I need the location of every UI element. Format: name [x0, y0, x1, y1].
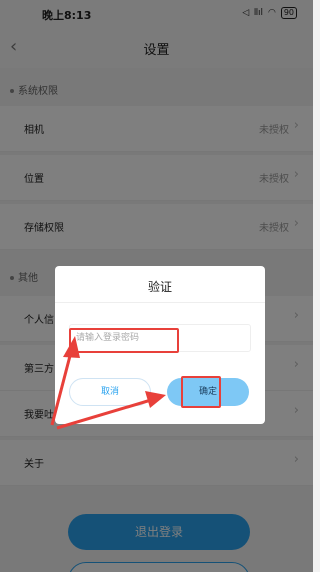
cancel-button[interactable]: 取消: [69, 378, 151, 406]
dialog-title: 验证: [147, 280, 172, 294]
annotation-highlight-confirm: [181, 376, 221, 408]
annotation-highlight-input: [69, 328, 179, 353]
divider: [55, 302, 265, 303]
